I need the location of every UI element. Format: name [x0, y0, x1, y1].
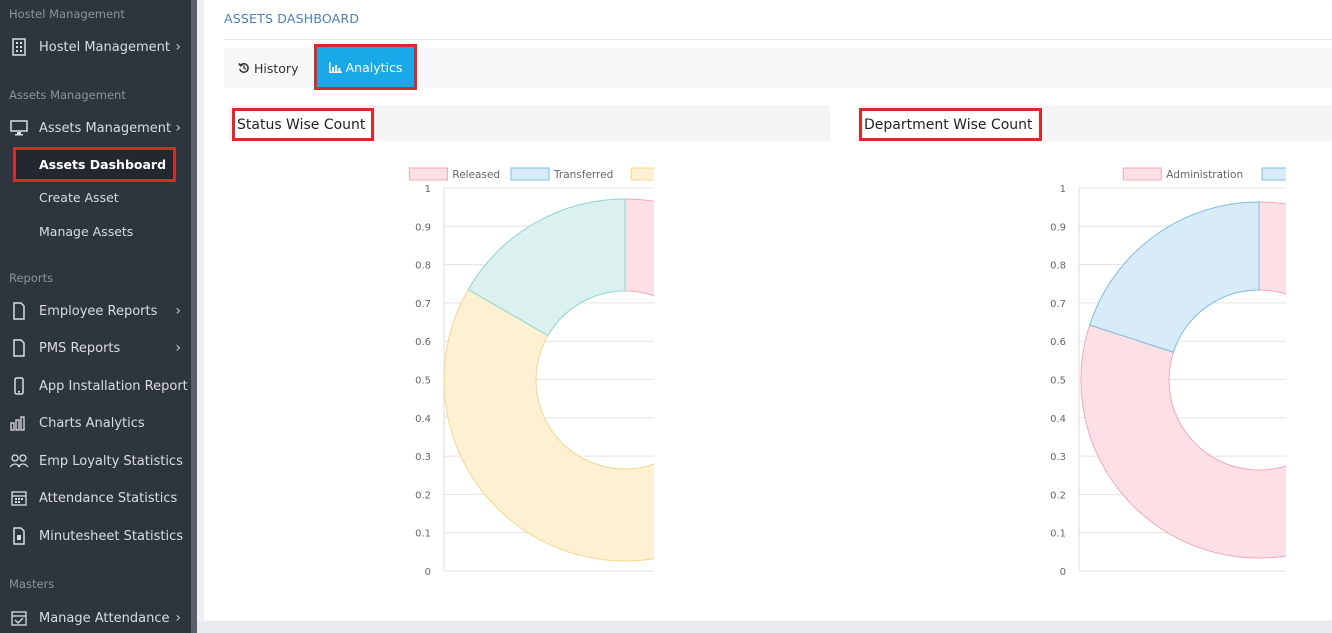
section-reports: Reports — [9, 271, 54, 285]
tab-history[interactable]: History — [238, 48, 298, 88]
y-tick-label: 0.2 — [415, 490, 431, 501]
y-tick-label: 0.7 — [1050, 299, 1066, 310]
status-panel-title: Status Wise Count — [232, 108, 375, 141]
sidebar-item-hostel-management[interactable]: Hostel Management › — [0, 29, 191, 65]
y-tick-label: 0.3 — [415, 452, 431, 463]
sidebar-item-pms-reports[interactable]: PMS Reports › — [0, 330, 191, 366]
sidebar-item-label: Assets Management — [39, 120, 172, 136]
bar-chart-icon — [9, 413, 29, 433]
sidebar-item-label: Charts Analytics — [39, 415, 145, 431]
legend-swatch[interactable] — [408, 167, 448, 181]
tab-bar: History Analytics — [224, 44, 1332, 90]
y-tick-label: 0.5 — [1050, 376, 1066, 387]
tab-analytics-label: Analytics — [345, 59, 403, 75]
y-tick-label: 0.8 — [1050, 261, 1066, 272]
sidebar-item-minutesheet-statistics[interactable]: Minutesheet Statistics — [0, 518, 191, 554]
doughnut-slice-released[interactable] — [624, 198, 654, 336]
chevron-right-icon: › — [175, 39, 181, 55]
chevron-right-icon: › — [175, 120, 181, 136]
chevron-right-icon: › — [175, 340, 181, 356]
section-hostel: Hostel Management — [9, 7, 125, 21]
sidebar-item-attendance-statistics[interactable]: Attendance Statistics — [0, 480, 191, 516]
footer-strip — [197, 621, 1332, 633]
sidebar-item-charts-analytics[interactable]: Charts Analytics — [0, 405, 191, 441]
sidebar-subitem-assets-dashboard[interactable]: Assets Dashboard — [13, 147, 176, 182]
sidebar-subitem-create-asset[interactable]: Create Asset — [39, 190, 119, 205]
mobile-icon — [9, 376, 29, 396]
legend-label[interactable]: Administration — [1166, 169, 1243, 181]
y-tick-label: 1 — [425, 184, 431, 195]
sidebar-item-label: App Installation Report — [39, 378, 188, 394]
section-assets: Assets Management — [9, 88, 126, 102]
legend-label[interactable]: Transferred — [553, 169, 613, 181]
legend-label[interactable]: Released — [452, 169, 500, 181]
y-tick-label: 0.9 — [1050, 222, 1066, 233]
y-tick-label: 0 — [1060, 567, 1066, 578]
sheet-icon — [9, 526, 29, 546]
department-panel-title: Department Wise Count — [859, 108, 1042, 141]
calendar-icon — [9, 488, 29, 508]
y-tick-label: 0.9 — [415, 222, 431, 233]
y-tick-label: 0.3 — [1050, 452, 1066, 463]
sidebar-item-label: Attendance Statistics — [39, 490, 178, 506]
department-doughnut-chart: 0 0.1 0.2 0.3 0.4 0.5 0.6 0.7 0.8 0.9 1 Administrat… — [1050, 167, 1286, 578]
sidebar-item-app-installation-report[interactable]: App Installation Report — [0, 368, 191, 404]
sidebar: Hostel Management Hostel Management › As… — [0, 0, 191, 633]
file-icon — [9, 338, 29, 358]
tab-history-label: History — [254, 60, 299, 76]
bar-chart-icon — [328, 61, 342, 73]
monitor-icon — [9, 118, 29, 138]
sidebar-item-label: Hostel Management — [39, 39, 170, 55]
legend-swatch[interactable] — [1122, 167, 1162, 181]
main-content: ASSETS DASHBOARD History Analytics Statu… — [204, 0, 1332, 621]
y-tick-label: 1 — [1060, 184, 1066, 195]
divider — [224, 39, 1332, 40]
y-tick-label: 0.7 — [415, 299, 431, 310]
y-tick-label: 0 — [425, 567, 431, 578]
sidebar-item-label: Minutesheet Statistics — [39, 528, 184, 544]
sidebar-item-label: Manage Attendance — [39, 610, 170, 626]
y-tick-label: 0.1 — [415, 529, 431, 540]
y-tick-label: 0.6 — [415, 337, 431, 348]
sidebar-item-label: Emp Loyalty Statistics — [39, 453, 183, 469]
tab-analytics[interactable]: Analytics — [314, 44, 417, 90]
status-doughnut-chart: 0 0.1 0.2 0.3 0.4 0.5 0.6 0.7 0.8 0.9 1 Released Tra… — [408, 167, 654, 578]
chart-body: 0 0.1 0.2 0.3 0.4 0.5 0.6 0.7 0.8 0.9 1 Released Tra… — [408, 167, 654, 578]
history-icon — [238, 62, 250, 74]
department-panel-header: Department Wise Count — [859, 105, 1332, 141]
legend-swatch[interactable] — [510, 167, 550, 181]
doughnut-slice-pharma-retail[interactable] — [1089, 201, 1260, 353]
users-icon — [9, 451, 29, 471]
y-tick-label: 0.1 — [1050, 529, 1066, 540]
y-tick-label: 0.5 — [415, 376, 431, 387]
chart-legend: AdministrationPharma Retail — [1122, 167, 1286, 181]
section-masters: Masters — [9, 577, 55, 591]
sidebar-subitem-manage-assets[interactable]: Manage Assets — [39, 224, 133, 239]
chevron-right-icon: › — [175, 610, 181, 626]
sidebar-item-assets-management[interactable]: Assets Management › — [0, 110, 191, 146]
y-tick-label: 0.8 — [415, 261, 431, 272]
chart-legend: ReleasedTransferredAssignedAvailable — [408, 167, 654, 181]
status-panel-header: Status Wise Count — [229, 105, 830, 141]
y-tick-label: 0.4 — [1050, 414, 1066, 425]
building-icon — [9, 37, 29, 57]
calendar-check-icon — [9, 608, 29, 628]
y-tick-label: 0.6 — [1050, 337, 1066, 348]
legend-swatch[interactable] — [1261, 167, 1286, 181]
file-icon — [9, 301, 29, 321]
legend-swatch[interactable] — [630, 167, 654, 181]
sidebar-item-manage-attendance[interactable]: Manage Attendance › — [0, 600, 191, 633]
page-title: ASSETS DASHBOARD — [224, 11, 360, 26]
sidebar-item-emp-loyalty-statistics[interactable]: Emp Loyalty Statistics — [0, 443, 191, 479]
sidebar-scrollbar[interactable] — [191, 0, 197, 633]
chevron-right-icon: › — [175, 303, 181, 319]
y-tick-label: 0.2 — [1050, 490, 1066, 501]
sidebar-item-employee-reports[interactable]: Employee Reports › — [0, 293, 191, 329]
chart-body: 0 0.1 0.2 0.3 0.4 0.5 0.6 0.7 0.8 0.9 1 Administrat… — [1050, 167, 1286, 578]
y-tick-label: 0.4 — [415, 414, 431, 425]
sidebar-item-label: Employee Reports — [39, 303, 158, 319]
sidebar-item-label: PMS Reports — [39, 340, 121, 356]
